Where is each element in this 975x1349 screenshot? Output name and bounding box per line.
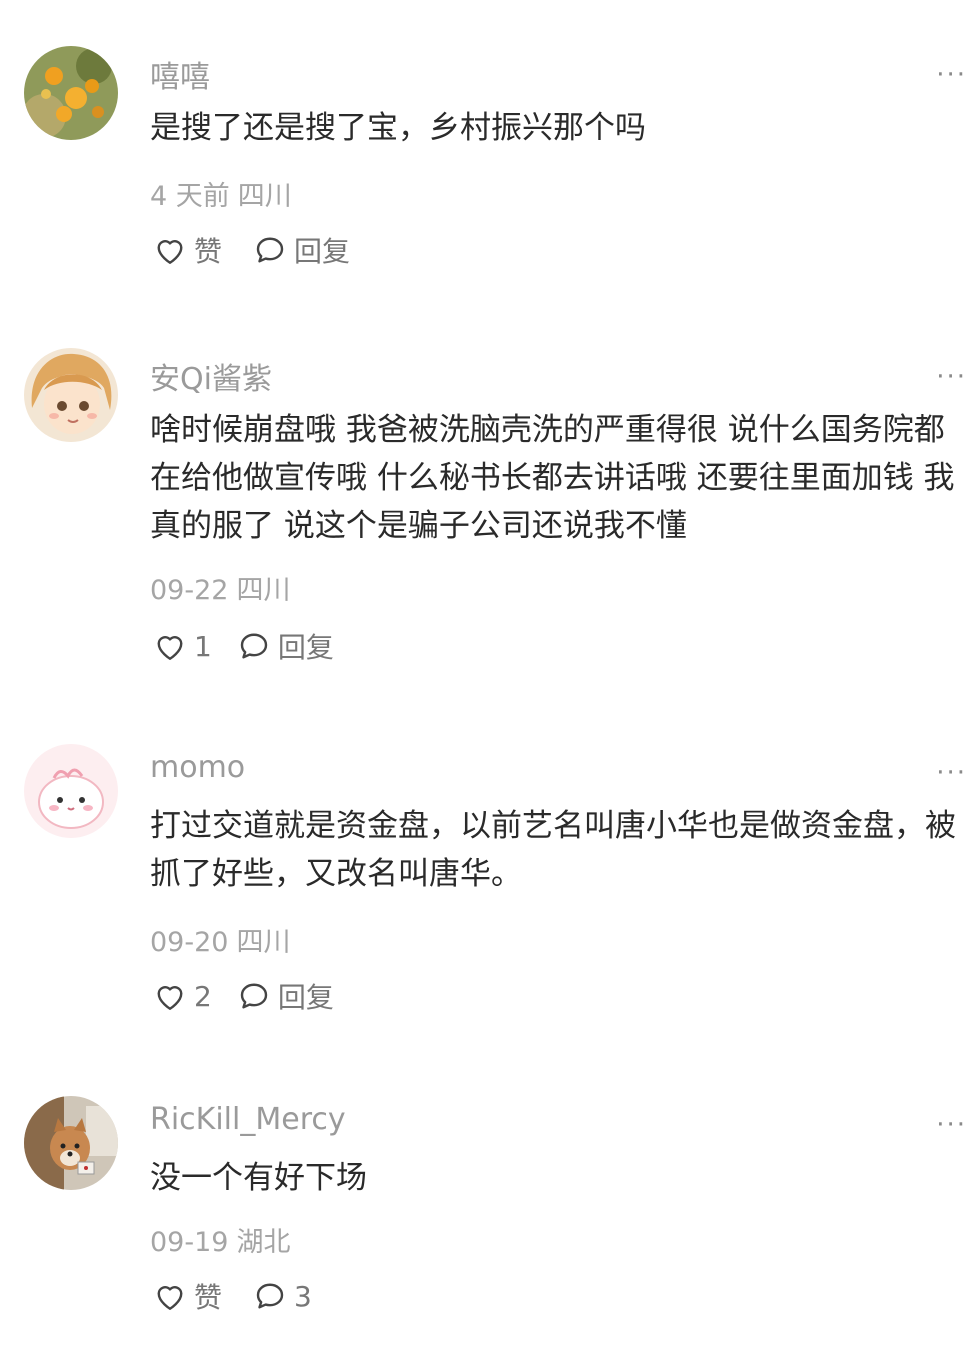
comment-text: 是搜了还是搜了宝，乡村振兴那个吗: [150, 110, 646, 146]
avatar[interactable]: [24, 1096, 118, 1190]
more-options-icon[interactable]: ···: [936, 758, 967, 788]
avatar[interactable]: [24, 348, 118, 442]
reply-button[interactable]: 回复: [236, 976, 334, 1016]
comment-text: 打过交道就是资金盘，以前艺名叫唐小华也是做资金盘，被抓了好些，又改名叫唐华。: [150, 808, 956, 892]
reply-label: 回复: [277, 631, 334, 664]
comment-location: 四川: [237, 181, 292, 212]
comment-meta: 4 天前 四川: [150, 174, 292, 213]
reply-button[interactable]: 回复: [236, 626, 334, 666]
avatar-flowers-image: [24, 46, 118, 140]
reply-button[interactable]: 回复: [252, 230, 350, 270]
like-label: 赞: [194, 1281, 223, 1314]
avatar[interactable]: [24, 46, 118, 140]
comment-location: 四川: [236, 927, 291, 958]
comment-meta: 09-22 四川: [150, 568, 290, 607]
more-options-icon[interactable]: ···: [936, 362, 967, 392]
like-count: 1: [194, 629, 212, 663]
comment-actions: 赞 回复: [152, 230, 380, 270]
comment-actions: 1 回复: [152, 626, 364, 666]
comment-time: 09-20: [150, 927, 229, 958]
username[interactable]: 嘻嘻: [150, 52, 210, 96]
comment-meta: 09-19 湖北: [150, 1220, 290, 1259]
comment-meta: 09-20 四川: [150, 920, 290, 959]
like-count: 2: [194, 979, 212, 1013]
comment-actions: 赞 3: [152, 1276, 342, 1316]
heart-icon: [157, 240, 183, 264]
reply-label: 回复: [294, 235, 351, 268]
comment-location: 湖北: [236, 1227, 291, 1258]
speech-bubble-icon: [240, 983, 268, 1009]
reply-count: 3: [294, 1279, 312, 1313]
avatar-anime-girl-image: [24, 348, 118, 442]
username[interactable]: momo: [150, 750, 245, 785]
comment-actions: 2 回复: [152, 976, 364, 1016]
like-button[interactable]: 1: [152, 628, 212, 664]
speech-bubble-icon: [256, 237, 284, 263]
username[interactable]: 安Qi酱紫: [150, 354, 272, 398]
speech-bubble-icon: [256, 1283, 284, 1309]
like-button[interactable]: 赞: [152, 1276, 222, 1316]
like-button[interactable]: 赞: [152, 230, 222, 270]
avatar-pink-cartoon-image: [24, 744, 118, 838]
avatar[interactable]: [24, 744, 118, 838]
more-options-icon[interactable]: ···: [936, 60, 967, 90]
comment-time: 4 天前: [150, 181, 230, 212]
comment-location: 四川: [236, 575, 291, 606]
comment-time: 09-22: [150, 575, 229, 606]
heart-icon: [157, 636, 183, 660]
comment-time: 09-19: [150, 1227, 229, 1258]
avatar-dog-photo-image: [24, 1096, 118, 1190]
username[interactable]: RicKill_Mercy: [150, 1102, 346, 1137]
like-label: 赞: [194, 235, 223, 268]
speech-bubble-icon: [240, 633, 268, 659]
more-options-icon[interactable]: ···: [936, 1110, 967, 1140]
like-button[interactable]: 2: [152, 978, 212, 1014]
comment-text: 啥时候崩盘哦 我爸被洗脑壳洗的严重得很 说什么国务院都在给他做宣传哦 什么秘书长…: [150, 412, 955, 544]
heart-icon: [157, 986, 183, 1010]
reply-button[interactable]: 3: [252, 1278, 312, 1314]
reply-label: 回复: [277, 981, 334, 1014]
heart-icon: [157, 1286, 183, 1310]
comment-text: 没一个有好下场: [150, 1160, 367, 1196]
